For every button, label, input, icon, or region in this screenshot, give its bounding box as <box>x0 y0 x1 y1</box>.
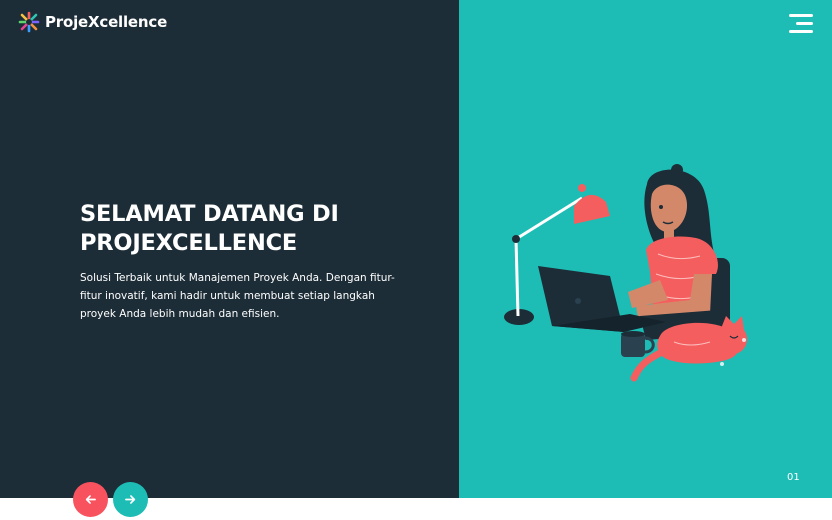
landing-page: ProjeXcellence SELAMAT DATANG DI PROJEXC… <box>0 0 832 520</box>
brand-home-link[interactable]: ProjeXcellence <box>18 11 167 33</box>
menu-bar <box>796 22 813 25</box>
woman-laptop-cat-illustration <box>504 164 748 382</box>
hero-title: SELAMAT DATANG DI PROJEXCELLENCE <box>80 200 440 258</box>
hero-title-line: PROJEXCELLENCE <box>80 230 298 256</box>
brand-name: ProjeXcellence <box>45 13 168 31</box>
menu-bar <box>789 30 813 33</box>
previous-slide-button[interactable] <box>73 482 108 517</box>
hero-description-line: proyek Anda lebih mudah dan efisien. <box>80 308 280 320</box>
brand-logo-icon <box>18 11 40 33</box>
hero-description-line: fitur inovatif, kami hadir untuk membuat… <box>80 290 375 302</box>
woman-figure <box>628 164 730 340</box>
hamburger-menu-icon[interactable] <box>789 14 813 34</box>
arrow-right-icon <box>125 495 136 504</box>
arrow-left-icon <box>85 495 96 504</box>
hero-description-line: Solusi Terbaik untuk Manajemen Proyek An… <box>80 272 395 284</box>
slide-counter: 01 <box>787 472 800 483</box>
hero-description: Solusi Terbaik untuk Manajemen Proyek An… <box>80 269 410 323</box>
menu-bar <box>789 14 813 17</box>
next-slide-button[interactable] <box>113 482 148 517</box>
hero-title-line: SELAMAT DATANG DI <box>80 201 339 227</box>
